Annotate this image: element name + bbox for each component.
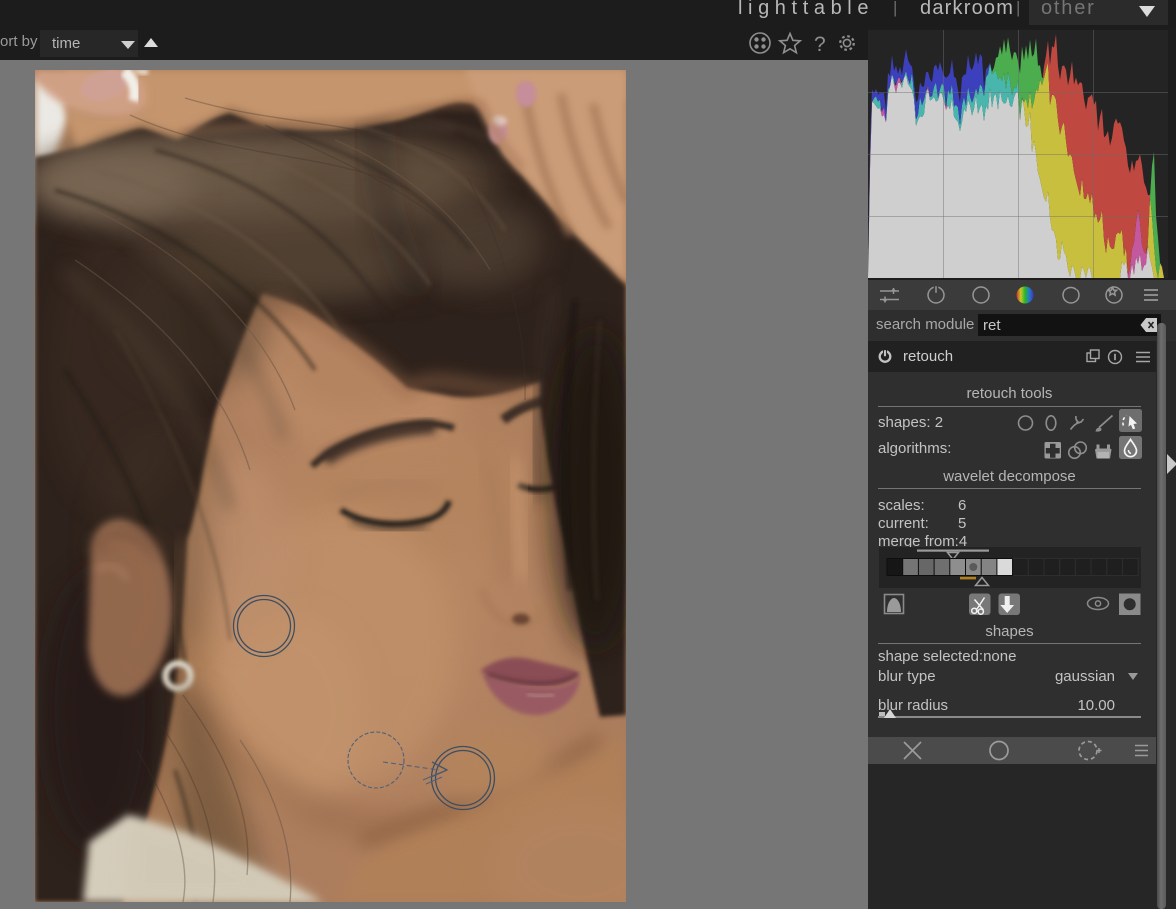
svg-text:?: ? bbox=[814, 33, 826, 56]
